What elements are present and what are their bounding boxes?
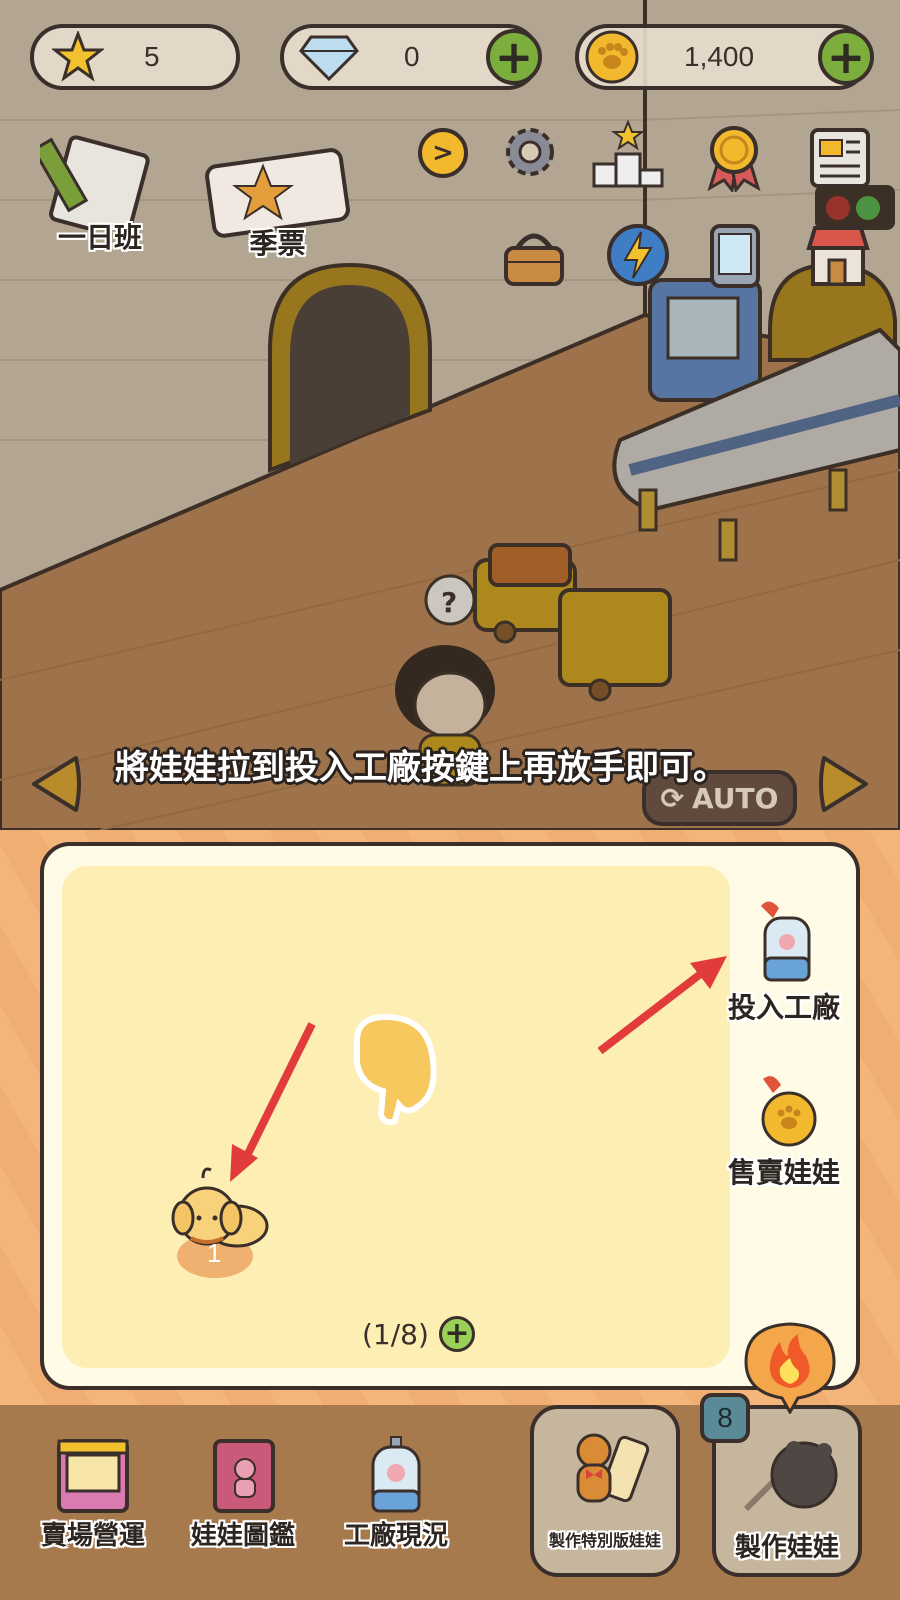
capacity-label: (1/8) bbox=[362, 1317, 429, 1351]
hint-arrow-up-icon bbox=[597, 956, 727, 1055]
put-in-factory-button[interactable]: 投入工廠 bbox=[724, 896, 844, 1026]
season-ticket-button[interactable]: 季票 bbox=[205, 148, 350, 262]
expand-capacity-button[interactable]: + bbox=[438, 1316, 475, 1352]
special-doll-button[interactable]: 製作特別版娃娃 bbox=[530, 1405, 680, 1577]
put-in-factory-label: 投入工廠 bbox=[727, 991, 840, 1024]
add-diamonds-button[interactable]: + bbox=[486, 29, 542, 85]
factory-status-label: 工廠現況 bbox=[343, 1521, 448, 1551]
paw-coin-icon bbox=[585, 30, 639, 84]
coins-value: 1,400 bbox=[684, 41, 755, 72]
prev-arrow-icon[interactable] bbox=[26, 752, 84, 816]
svg-text:?: ? bbox=[441, 586, 457, 619]
yarn-needle-icon bbox=[743, 1441, 838, 1512]
lightning-icon[interactable] bbox=[605, 222, 671, 288]
fire-icon bbox=[744, 1322, 836, 1416]
doll-panel: 1 (1/8) + 投入工廠 售賣娃娃 bbox=[40, 842, 860, 1390]
season-ticket-label: 季票 bbox=[249, 227, 306, 260]
doll-book-label: 娃娃圖鑑 bbox=[190, 1521, 295, 1551]
notepad-pencil-icon bbox=[40, 135, 150, 230]
stars-value: 5 bbox=[144, 41, 160, 72]
shop-icon[interactable] bbox=[805, 222, 871, 288]
basket-icon[interactable] bbox=[502, 222, 566, 288]
diamonds-value: 0 bbox=[404, 41, 420, 72]
tablet-icon[interactable] bbox=[708, 222, 762, 290]
doll-count: 1 bbox=[207, 1238, 222, 1268]
star-icon bbox=[52, 31, 104, 82]
podium-icon[interactable] bbox=[590, 120, 666, 190]
doll-drop-area[interactable]: 1 (1/8) + bbox=[62, 866, 730, 1368]
store-ops-button[interactable]: 賣場營運 bbox=[38, 1435, 148, 1552]
capacity-counter: (1/8) + bbox=[362, 1316, 475, 1352]
sell-doll-label: 售賣娃娃 bbox=[727, 1156, 840, 1189]
day-class-label: 一日班 bbox=[57, 221, 142, 254]
bottom-nav: 賣場營運 娃娃圖鑑 工廠現況 製作特別版娃娃 製作娃娃 8 bbox=[0, 1393, 900, 1600]
tutorial-instruction: 將娃娃拉到投入工廠按鍵上再放手即可。 bbox=[115, 748, 727, 788]
store-ops-label: 賣場營運 bbox=[40, 1521, 145, 1551]
add-coins-button[interactable]: + bbox=[818, 29, 874, 85]
stars-counter: 5 bbox=[30, 24, 240, 90]
sell-coin-icon bbox=[761, 1076, 817, 1147]
sell-doll-button[interactable]: 售賣娃娃 bbox=[724, 1071, 844, 1191]
day-class-button[interactable]: 一日班 bbox=[40, 130, 160, 256]
medal-icon[interactable] bbox=[702, 122, 766, 192]
book-icon bbox=[213, 1439, 275, 1513]
next-arrow-icon[interactable] bbox=[816, 752, 874, 816]
claw-machine-icon bbox=[57, 1439, 129, 1513]
doll-book-button[interactable]: 娃娃圖鑑 bbox=[188, 1435, 298, 1552]
diamond-icon bbox=[299, 35, 359, 81]
fire-hint-bubble[interactable] bbox=[740, 1318, 840, 1416]
gingerbread-scroll-icon bbox=[576, 1433, 650, 1503]
make-doll-label: 製作娃娃 bbox=[734, 1533, 839, 1563]
expand-arrow-icon[interactable]: > bbox=[418, 128, 468, 178]
factory-capsule-icon bbox=[761, 901, 811, 982]
gear-icon[interactable] bbox=[498, 120, 562, 184]
pointing-hand-icon bbox=[354, 1013, 437, 1126]
newspaper-icon[interactable] bbox=[808, 126, 872, 190]
capsule-icon bbox=[371, 1436, 421, 1513]
factory-status-button[interactable]: 工廠現況 bbox=[336, 1435, 456, 1552]
special-doll-label: 製作特別版娃娃 bbox=[548, 1531, 661, 1550]
hint-arrow-down-icon bbox=[230, 1022, 316, 1182]
